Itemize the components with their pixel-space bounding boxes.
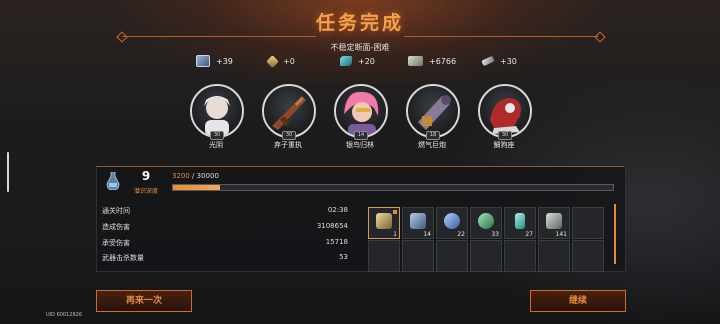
stat-value: 53: [339, 253, 348, 261]
book-icon: [196, 55, 210, 67]
reward-grid: 1 14 22 33 27 141: [364, 202, 616, 272]
badge-icon: [376, 213, 392, 229]
portrait-figure-icon: [344, 91, 379, 136]
stat-label: 造成伤害: [102, 223, 130, 231]
new-marker: [393, 210, 397, 214]
results-panel: 9 潜识深度 3200 / 30000 通关时间 02:38 造成伤害 310865…: [96, 166, 626, 272]
resource-key: +30: [481, 54, 517, 68]
potion-icon: [106, 171, 120, 191]
depth-progress-text: 3200 / 30000: [172, 172, 219, 180]
character-level: 14: [354, 131, 368, 140]
header-divider-right: [404, 36, 598, 37]
character-level: 18: [426, 131, 440, 140]
stat-damage-taken: 承受伤害 15718: [102, 238, 348, 251]
results-panel-top-border: [96, 166, 624, 167]
resource-book: +39: [196, 54, 233, 68]
key-icon: [481, 55, 495, 67]
stat-value: 15718: [325, 238, 348, 246]
cannon-icon: [418, 95, 451, 130]
character-name: 燃气巨炮: [418, 141, 446, 149]
header-divider-left: [122, 36, 316, 37]
reward-count: 1: [393, 231, 397, 238]
reward-slot[interactable]: 1: [368, 207, 400, 239]
beast-icon: [490, 98, 521, 134]
retry-button[interactable]: 再来一次: [96, 290, 192, 312]
user-id: UID 60012826: [46, 312, 83, 318]
result-screen: 任务完成 不稳定断面-困难 +39 +0 +20 +6766 +30 30 光阴: [0, 0, 720, 324]
depth-separator: /: [189, 172, 197, 180]
depth-progress-bar: [172, 184, 614, 191]
reward-count: 22: [457, 231, 465, 238]
character-name: 银鸟归林: [346, 141, 374, 149]
reward-slot[interactable]: 22: [436, 207, 468, 239]
reward-slot[interactable]: 141: [538, 207, 570, 239]
green-gem-icon: [478, 213, 494, 229]
resource-cash-value: +6766: [429, 56, 457, 66]
reward-slot-empty: [504, 240, 536, 272]
stat-label: 承受伤害: [102, 239, 130, 247]
book-icon: [410, 213, 426, 229]
depth-progress-fill: [173, 185, 221, 190]
stat-clear-time: 通关时间 02:38: [102, 206, 348, 219]
reward-slot-empty: [538, 240, 570, 272]
reward-slot-empty: [572, 207, 604, 239]
stat-weapon-kills: 武器击杀数量 53: [102, 253, 348, 266]
resource-gold-token-value: +0: [283, 56, 295, 66]
stat-value: 02:38: [327, 206, 348, 214]
side-scroll-indicator[interactable]: [7, 152, 9, 192]
page-title: 任务完成: [315, 12, 404, 34]
character-portrait: [406, 84, 460, 138]
reward-slot[interactable]: 14: [402, 207, 434, 239]
character-portrait: [334, 84, 388, 138]
resource-crystal: +20: [340, 54, 375, 68]
stat-damage-dealt: 造成伤害 3108654: [102, 222, 348, 235]
resource-book-value: +39: [216, 56, 233, 66]
gold-token-icon: [266, 54, 279, 68]
reward-count: 141: [555, 231, 567, 238]
resource-gold-token: +0: [266, 54, 295, 68]
stage-name: 不稳定断面-困难: [330, 43, 390, 52]
depth-max: 30000: [196, 172, 219, 180]
module-icon: [546, 213, 562, 229]
continue-button[interactable]: 继续: [530, 290, 626, 312]
gem-icon: [444, 213, 460, 229]
resource-cash: +6766: [408, 54, 456, 68]
character-portrait: [478, 84, 532, 138]
depth-level: 9: [141, 169, 151, 183]
resource-crystal-value: +20: [358, 56, 375, 66]
character-level: 30: [498, 131, 512, 140]
character-level: 30: [282, 131, 296, 140]
depth-current: 3200: [172, 172, 190, 180]
reward-slot-empty: [368, 240, 400, 272]
stat-label: 通关时间: [102, 207, 130, 215]
rifle-icon: [272, 96, 306, 130]
reward-slot-empty: [436, 240, 468, 272]
portrait-figure-icon: [204, 96, 230, 136]
cash-icon: [408, 56, 423, 66]
stat-label: 武器击杀数量: [102, 254, 144, 262]
reward-slot-empty: [572, 240, 604, 272]
team-roster: 30 光阴 30 弃子重执 14 银鸟归林 18 燃气巨炮 30 鲷狗座: [0, 84, 720, 154]
character-portrait: [262, 84, 316, 138]
resource-key-value: +30: [500, 56, 517, 66]
character-level: 30: [210, 131, 224, 140]
reward-count: 33: [491, 231, 499, 238]
reward-slot-empty: [470, 240, 502, 272]
reward-slot[interactable]: 27: [504, 207, 536, 239]
character-name: 光阴: [209, 141, 223, 149]
stat-value: 3108654: [316, 222, 348, 230]
reward-count: 27: [525, 231, 533, 238]
reward-slot-empty: [402, 240, 434, 272]
character-name: 弃子重执: [274, 141, 302, 149]
character-portrait: [190, 84, 244, 138]
character-name: 鲷狗座: [493, 141, 515, 149]
reward-scrollbar[interactable]: [614, 204, 616, 264]
reward-slot[interactable]: 33: [470, 207, 502, 239]
vial-icon: [515, 213, 525, 229]
crystal-icon: [340, 56, 352, 66]
depth-label: 潜识深度: [133, 188, 158, 195]
reward-count: 14: [423, 231, 431, 238]
